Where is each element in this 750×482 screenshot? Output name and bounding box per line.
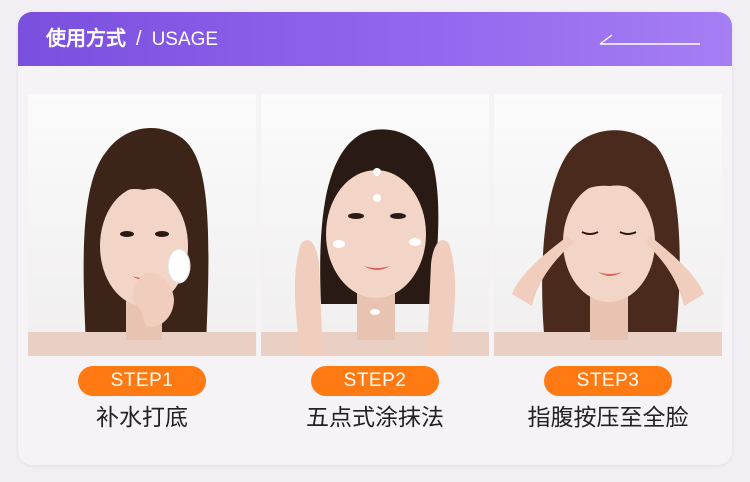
step-1: STEP1 补水打底: [28, 94, 256, 434]
step-2-photo: [261, 94, 489, 356]
step-3-caption: 指腹按压至全脸: [527, 404, 689, 430]
header-separator: /: [136, 28, 142, 50]
step-3: STEP3 指腹按压至全脸: [494, 94, 722, 434]
step-3-badge: STEP3: [544, 366, 672, 396]
step-2: STEP2 五点式涂抹法: [261, 94, 489, 434]
header-decoration-icon: [599, 34, 700, 45]
step-2-face-illustration: [261, 129, 489, 356]
usage-header: 使用方式 / USAGE: [18, 12, 732, 66]
step-1-photo: [28, 94, 256, 356]
step-1-badge: STEP1: [78, 366, 206, 396]
header-title-en: USAGE: [151, 29, 219, 50]
header-title-cn: 使用方式: [46, 28, 126, 50]
step-3-face-illustration: [494, 130, 722, 356]
step-1-face-illustration: [28, 127, 256, 356]
step-2-badge: STEP2: [311, 366, 439, 396]
steps-row: STEP1 补水打底 STEP2 五点式涂抹法 STEP3 指腹按压至全脸: [18, 66, 732, 465]
step-3-photo: [494, 94, 722, 356]
step-1-caption: 补水打底: [96, 404, 188, 430]
usage-card: 使用方式 / USAGE STEP1 补水打底 STEP2 五点式涂抹法 STE…: [18, 12, 732, 465]
header-title: 使用方式 / USAGE: [46, 26, 218, 52]
step-2-caption: 五点式涂抹法: [306, 404, 444, 430]
